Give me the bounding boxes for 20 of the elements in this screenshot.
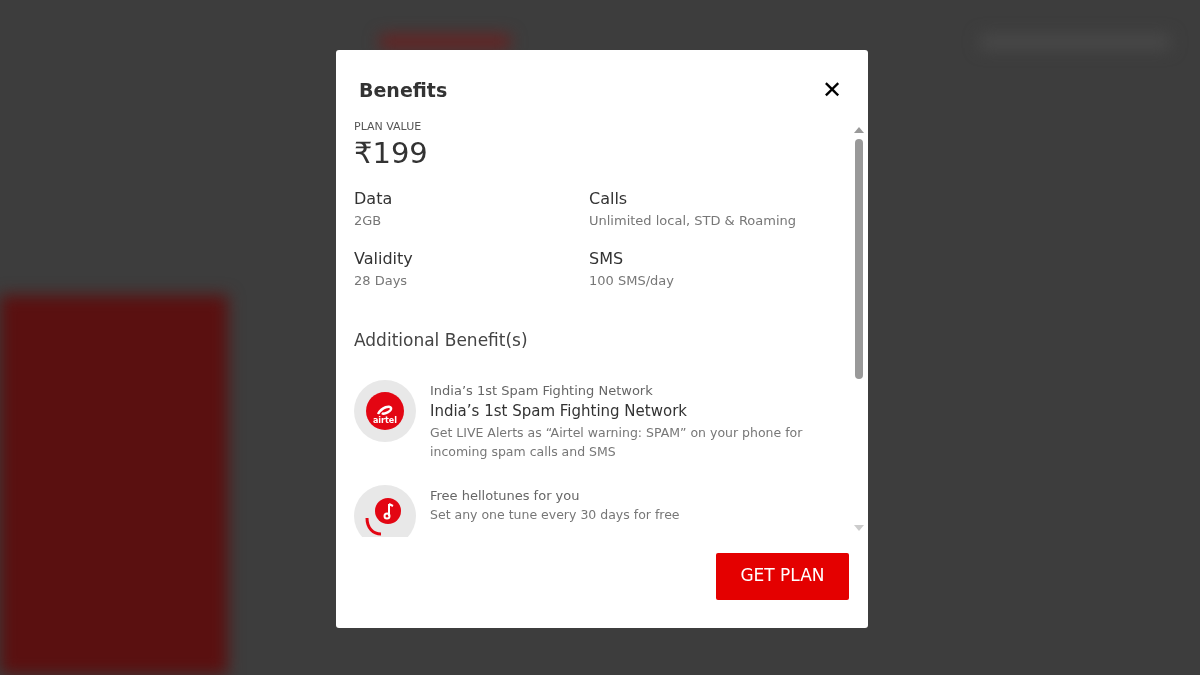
benefit-caption: India’s 1st Spam Fighting Network [430, 381, 654, 400]
feature-name: Validity [354, 247, 414, 270]
benefit-description: Get LIVE Alerts as “Airtel warning: SPAM” on your phone for incoming spam calls and SMS [430, 423, 804, 461]
benefit-title: India’s 1st Spam Fighting Network [430, 401, 688, 423]
feature-value: Unlimited local, STD & Roaming [589, 212, 798, 231]
get-plan-button[interactable]: GET PLAN [716, 552, 849, 600]
feature-name: SMS [589, 247, 625, 270]
brand-logo: airtel [366, 391, 404, 430]
plan-price: ₹199 [354, 135, 429, 172]
close-button[interactable]: ✕ [821, 78, 842, 103]
feature-name: Data [354, 188, 394, 211]
feature-value: 100 SMS/day [589, 271, 675, 290]
benefit-description: Set any one tune every 30 days for free [430, 506, 681, 525]
feature-name: Calls [589, 188, 629, 211]
dialog-title: Benefits [359, 78, 448, 103]
feature-value: 2GB [354, 212, 383, 231]
feature-value: 28 Days [354, 271, 409, 290]
section-heading: Additional Benefit(s) [354, 329, 529, 353]
benefit-caption: Free hellotunes for you [430, 486, 581, 505]
plan-value-label: PLAN VALUE [354, 118, 423, 135]
